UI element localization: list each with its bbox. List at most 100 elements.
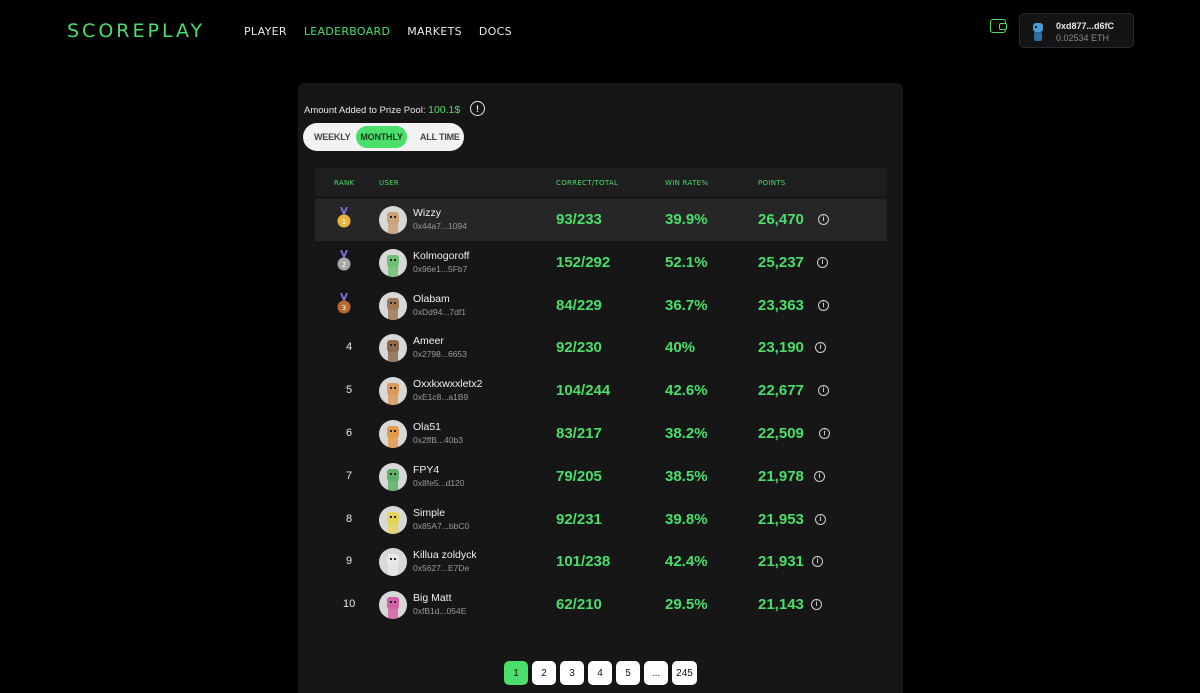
table-row[interactable]: 2 Kolmogoroff 0x96e1...5Fb7 152/292 52.1… [315,242,887,284]
prize-info-icon[interactable]: ! [470,101,485,116]
col-correct: CORRECT/TOTAL [556,179,619,187]
info-icon[interactable]: i [815,513,826,525]
user-name[interactable]: Killua zoldyck [413,549,477,561]
avatar [379,548,407,577]
page-button[interactable]: 2 [532,661,556,685]
user-name[interactable]: Simple [413,507,445,519]
table-row[interactable]: 3 Olabam 0xDd94...7df1 84/229 36.7% 23,3… [315,285,887,327]
info-icon[interactable]: i [818,214,829,225]
col-winrate: WIN RATE% [665,179,709,187]
nav-leaderboard[interactable]: LEADERBOARD [304,25,390,38]
nav-docs[interactable]: DOCS [479,25,512,38]
user-name[interactable]: Kolmogoroff [413,250,469,262]
col-points: POINTS [758,179,786,187]
nav-player[interactable]: PLAYER [244,25,287,38]
page-button[interactable]: 1 [504,661,528,685]
medal-rank: 3 [342,304,346,312]
info-icon[interactable]: i [812,556,823,568]
rank: 7 [345,469,353,482]
table-header: RANK USER CORRECT/TOTAL WIN RATE% POINTS [315,168,887,196]
user-address: 0x5627...E7De [413,563,470,574]
page-button[interactable]: 3 [560,661,584,685]
avatar [379,377,407,406]
user-address: 0xfB1d...054E [413,606,467,617]
medal-icon: 1 [337,207,351,228]
win-rate: 39.8% [665,510,708,528]
prize-pool-label: Amount Added to Prize Pool: [304,105,426,116]
rank: 6 [345,427,353,439]
table-row[interactable]: 7 FPY4 0x8fe5...d120 79/205 38.5% 21,978… [315,456,887,498]
table-row[interactable]: 1 Wizzy 0x44a7...1094 93/233 39.9% 26,47… [315,199,887,241]
logo[interactable]: SCOREPLAY [67,20,205,42]
account-button[interactable]: 0xd877...d6fC 0.02534 ETH [1019,13,1134,48]
win-rate: 29.5% [665,596,708,614]
user-address: 0x44a7...1094 [413,221,467,231]
table-row[interactable]: 5 Oxxkxwxxletx2 0xE1c8...a1B9 104/244 42… [315,370,887,412]
win-rate: 42.6% [665,382,708,400]
avatar [379,206,407,234]
table-row[interactable]: 9 Killua zoldyck 0x5627...E7De 101/238 4… [315,541,887,583]
correct-total: 84/229 [556,296,602,314]
table-row[interactable]: 4 Ameer 0x2798...6653 92/230 40% 23,190 … [315,327,887,369]
correct-total: 152/292 [556,253,611,271]
win-rate: 39.9% [665,211,708,228]
account-balance: 0.02534 ETH [1056,33,1110,43]
correct-total: 101/238 [556,553,611,571]
prize-pool: Amount Added to Prize Pool: 100.1$ [304,104,460,116]
wallet-icon[interactable] [990,19,1007,33]
avatar [379,248,407,277]
table-row[interactable]: 6 Ola51 0x2ffB...40b3 83/217 38.2% 22,50… [315,413,887,455]
rank: 10 [343,598,356,611]
correct-total: 92/231 [556,510,602,528]
account-address: 0xd877...d6fC [1056,21,1115,31]
tab-all-time[interactable]: ALL TIME [420,132,460,142]
tab-weekly[interactable]: WEEKLY [314,132,351,142]
page-button[interactable]: 245 [672,661,697,685]
user-name[interactable]: Oxxkxwxxletx2 [413,378,482,390]
avatar [379,420,407,448]
info-icon[interactable]: i [811,599,822,611]
info-icon[interactable]: i [815,342,826,354]
nav-markets[interactable]: MARKETS [407,25,462,38]
main-nav: PLAYER LEADERBOARD MARKETS DOCS [244,25,512,38]
info-icon[interactable]: i [818,299,829,311]
tab-monthly[interactable]: MONTHLY [356,126,407,148]
pagination: 1 2 3 4 5... 245 [504,661,697,685]
correct-total: 104/244 [556,382,611,400]
info-icon[interactable]: i [819,428,830,439]
page-button[interactable]: 4 [588,661,612,685]
info-icon[interactable]: i [814,470,825,482]
win-rate: 38.2% [665,425,708,442]
table-row[interactable]: 8 Simple 0x85A7...bbC0 92/231 39.8% 21,9… [315,499,887,541]
user-address: 0x2798...6653 [413,349,467,360]
points: 22,677 [758,382,804,400]
user-name[interactable]: Wizzy [413,207,441,219]
page-ellipsis: ... [644,661,668,685]
correct-total: 79/205 [556,467,602,485]
correct-total: 92/230 [556,339,602,357]
rank: 8 [345,512,353,525]
user-address: 0x96e1...5Fb7 [413,263,468,274]
user-address: 0x2ffB...40b3 [413,435,463,445]
table-row[interactable]: 10 Big Matt 0xfB1d...054E 62/210 29.5% 2… [315,584,887,626]
user-name[interactable]: Olabam [413,293,450,305]
page-button[interactable]: 5 [616,661,640,685]
info-icon[interactable]: i [818,385,829,397]
user-address: 0x8fe5...d120 [413,477,465,488]
leaderboard-panel: Amount Added to Prize Pool: 100.1$ ! WEE… [298,83,903,693]
prize-pool-amount: 100.1$ [428,104,461,116]
user-name[interactable]: Big Matt [413,592,452,604]
points: 25,237 [758,253,804,271]
user-name[interactable]: FPY4 [413,464,439,476]
rank: 4 [345,341,353,354]
win-rate: 42.4% [665,553,708,571]
info-icon[interactable]: i [817,256,828,268]
avatar [379,291,407,320]
points: 21,953 [758,510,804,528]
user-name[interactable]: Ameer [413,335,444,347]
medal-icon: 2 [337,249,351,271]
user-name[interactable]: Ola51 [413,421,441,433]
period-toggle: WEEKLY MONTHLY ALL TIME [303,123,464,151]
points: 21,931 [758,553,804,571]
correct-total: 83/217 [556,425,602,442]
